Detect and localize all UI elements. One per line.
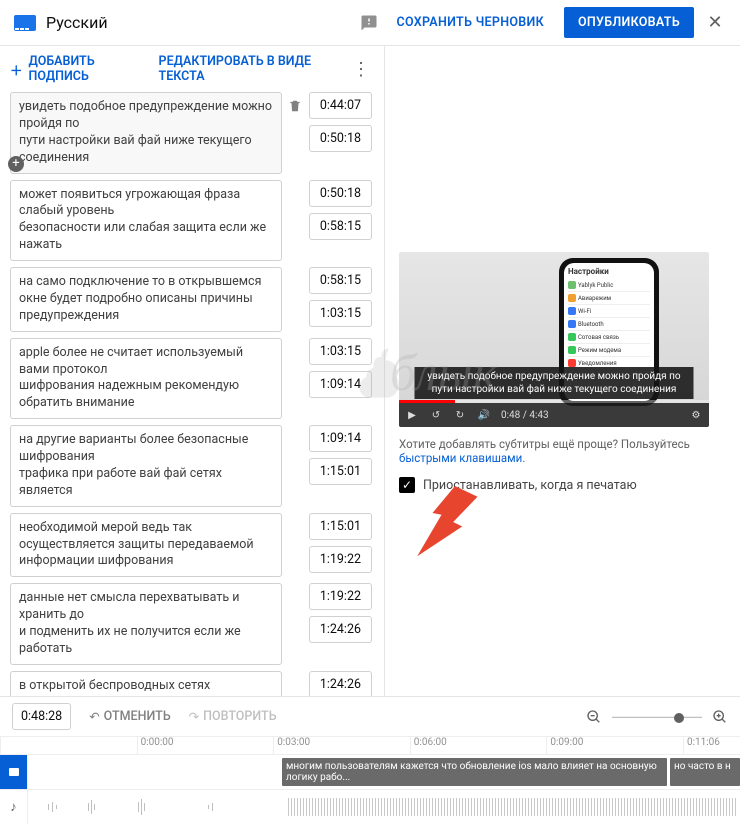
caption-list: увидеть подобное предупреждение можно пр… — [0, 92, 384, 696]
time-start[interactable]: 1:03:15 — [309, 338, 372, 365]
caption-text[interactable]: данные нет смысла перехватывать и хранит… — [10, 583, 282, 665]
audio-track[interactable]: ♪ — [0, 789, 740, 824]
caption-segment[interactable]: но часто в н — [670, 758, 740, 786]
time-start[interactable]: 1:24:26 — [309, 671, 372, 696]
time-end[interactable]: 1:19:22 — [309, 546, 372, 573]
timeline-ruler[interactable]: 0:00:00 0:03:00 0:06:00 0:09:00 0:11:06 — [0, 736, 740, 754]
caption-text[interactable]: увидеть подобное предупреждение можно пр… — [10, 92, 282, 174]
caption-line: увидеть подобное предупреждение можно пр… — [19, 99, 273, 133]
caption-row[interactable]: apple более не считает используемый вами… — [10, 338, 380, 420]
header: Русский СОХРАНИТЬ ЧЕРНОВИК ОПУБЛИКОВАТЬ … — [0, 0, 740, 46]
undo-button[interactable]: ↶ОТМЕНИТЬ — [89, 709, 170, 725]
caption-row[interactable]: может появиться угрожающая фраза слабый … — [10, 180, 380, 262]
time-end[interactable]: 1:09:14 — [309, 371, 372, 398]
timeline-tracks: многим пользователям кажется что обновле… — [0, 754, 740, 824]
caption-row[interactable]: увидеть подобное предупреждение можно пр… — [10, 92, 380, 174]
caption-text[interactable]: на само подключение то в открывшемся окн… — [10, 267, 282, 332]
time-start[interactable]: 1:15:01 — [309, 513, 372, 540]
caption-line: на само подключение то в открывшемся окн… — [19, 274, 273, 325]
time-end[interactable]: 1:15:01 — [309, 458, 372, 485]
language-label: Русский — [46, 13, 108, 32]
caption-line: данные нет смысла перехватывать и хранит… — [19, 590, 273, 624]
phone-title: Настройки — [568, 267, 650, 276]
insert-caption-button[interactable]: + — [8, 156, 24, 172]
caption-line: на другие варианты более безопасные шифр… — [19, 432, 273, 466]
time-column: 0:44:07 0:50:18 — [309, 92, 372, 152]
caption-line: необходимой мерой ведь так осуществляетс… — [19, 520, 273, 571]
caption-line: apple более не считает используемый вами… — [19, 345, 273, 379]
timeline-controls: 0:48:28 ↶ОТМЕНИТЬ ↷ПОВТОРИТЬ — [0, 696, 740, 736]
subtitles-track-icon[interactable] — [0, 755, 28, 789]
caption-text[interactable]: может появиться угрожающая фраза слабый … — [10, 180, 282, 262]
edit-as-text-button[interactable]: РЕДАКТИРОВАТЬ В ВИДЕ ТЕКСТА — [159, 54, 328, 84]
time-end[interactable]: 0:58:15 — [309, 213, 372, 240]
feedback-icon[interactable] — [356, 10, 382, 36]
preview-panel: Настройки Yablyk Public Авиарежим Wi-Fi … — [385, 46, 740, 696]
time-start[interactable]: 0:44:07 — [309, 92, 372, 119]
caption-line: шифрования надежным рекомендую обратить … — [19, 378, 273, 412]
waveform — [28, 794, 740, 820]
forward-icon[interactable]: ↻ — [453, 410, 467, 421]
zoom-in-icon[interactable] — [712, 709, 728, 725]
save-draft-button[interactable]: СОХРАНИТЬ ЧЕРНОВИК — [382, 15, 557, 30]
caption-row[interactable]: данные нет смысла перехватывать и хранит… — [10, 583, 380, 665]
shortcuts-hint: Хотите добавлять субтитры ещё проще? Пол… — [399, 437, 726, 465]
caption-text[interactable]: apple более не считает используемый вами… — [10, 338, 282, 420]
caption-line: пути настройки вай фай ниже текущего сое… — [19, 133, 273, 167]
pause-label: Приостанавливать, когда я печатаю — [423, 478, 637, 493]
time-start[interactable]: 0:50:18 — [309, 180, 372, 207]
add-caption-label: ДОБАВИТЬ ПОДПИСЬ — [29, 54, 135, 84]
caption-line: безопасности или слабая защита если же н… — [19, 220, 273, 254]
caption-row[interactable]: на другие варианты более безопасные шифр… — [10, 425, 380, 507]
caption-row[interactable]: на само подключение то в открывшемся окн… — [10, 267, 380, 332]
play-icon[interactable]: ▶ — [405, 410, 419, 421]
caption-row[interactable]: необходимой мерой ведь так осуществляетс… — [10, 513, 380, 578]
caption-text[interactable]: необходимой мерой ведь так осуществляетс… — [10, 513, 282, 578]
video-controls: ▶ ↺ ↻ 🔊 0:48 / 4:43 ⚙ — [399, 403, 709, 427]
caption-line: может появиться угрожающая фраза слабый … — [19, 187, 273, 221]
video-preview[interactable]: Настройки Yablyk Public Авиарежим Wi-Fi … — [399, 252, 709, 427]
caption-line: и подменить их не получится если же рабо… — [19, 624, 273, 658]
redo-button[interactable]: ↷ПОВТОРИТЬ — [189, 709, 277, 725]
caption-line: трафика при работе вай фай сетях являетс… — [19, 466, 273, 500]
time-end[interactable]: 0:50:18 — [309, 125, 372, 152]
caption-row[interactable]: в открытой беспроводных сетях злоумышлен… — [10, 671, 380, 696]
checkbox-checked-icon[interactable]: ✓ — [399, 477, 415, 493]
caption-text[interactable]: в открытой беспроводных сетях злоумышлен… — [10, 671, 282, 696]
caption-panel: ＋ ДОБАВИТЬ ПОДПИСЬ РЕДАКТИРОВАТЬ В ВИДЕ … — [0, 46, 385, 696]
video-caption-overlay: увидеть подобное предупреждение можно пр… — [415, 367, 694, 399]
subtitles-icon — [14, 15, 36, 31]
publish-button[interactable]: ОПУБЛИКОВАТЬ — [564, 7, 694, 38]
time-end[interactable]: 1:03:15 — [309, 300, 372, 327]
redo-icon: ↷ — [189, 709, 199, 725]
time-start[interactable]: 1:19:22 — [309, 583, 372, 610]
caption-toolbar: ＋ ДОБАВИТЬ ПОДПИСЬ РЕДАКТИРОВАТЬ В ВИДЕ … — [0, 46, 384, 92]
audio-track-icon: ♪ — [0, 790, 28, 824]
caption-track[interactable]: многим пользователям кажется что обновле… — [0, 754, 740, 789]
volume-icon[interactable]: 🔊 — [477, 410, 491, 421]
video-time: 0:48 / 4:43 — [501, 410, 549, 421]
main-area: ＋ ДОБАВИТЬ ПОДПИСЬ РЕДАКТИРОВАТЬ В ВИДЕ … — [0, 46, 740, 696]
shortcuts-link[interactable]: быстрыми клавишами — [399, 451, 522, 465]
settings-icon[interactable]: ⚙ — [689, 410, 703, 421]
zoom-out-icon[interactable] — [586, 709, 602, 725]
caption-line: в открытой беспроводных сетях злоумышлен… — [19, 678, 273, 696]
plus-icon: ＋ — [10, 60, 23, 79]
time-start[interactable]: 1:09:14 — [309, 425, 372, 452]
time-end[interactable]: 1:24:26 — [309, 616, 372, 643]
pause-while-typing-row[interactable]: ✓ Приостанавливать, когда я печатаю — [399, 477, 726, 493]
caption-text[interactable]: на другие варианты более безопасные шифр… — [10, 425, 282, 507]
delete-icon[interactable] — [288, 98, 302, 118]
caption-segment[interactable]: многим пользователям кажется что обновле… — [282, 758, 667, 786]
add-caption-button[interactable]: ＋ ДОБАВИТЬ ПОДПИСЬ — [10, 54, 135, 84]
zoom-slider[interactable] — [612, 716, 702, 718]
close-button[interactable]: ✕ — [700, 12, 730, 33]
time-start[interactable]: 0:58:15 — [309, 267, 372, 294]
more-menu-button[interactable]: ⋮ — [352, 59, 374, 80]
replay-icon[interactable]: ↺ — [429, 410, 443, 421]
undo-icon: ↶ — [89, 709, 99, 725]
zoom-control[interactable] — [586, 709, 728, 725]
timecode-input[interactable]: 0:48:28 — [12, 703, 71, 730]
